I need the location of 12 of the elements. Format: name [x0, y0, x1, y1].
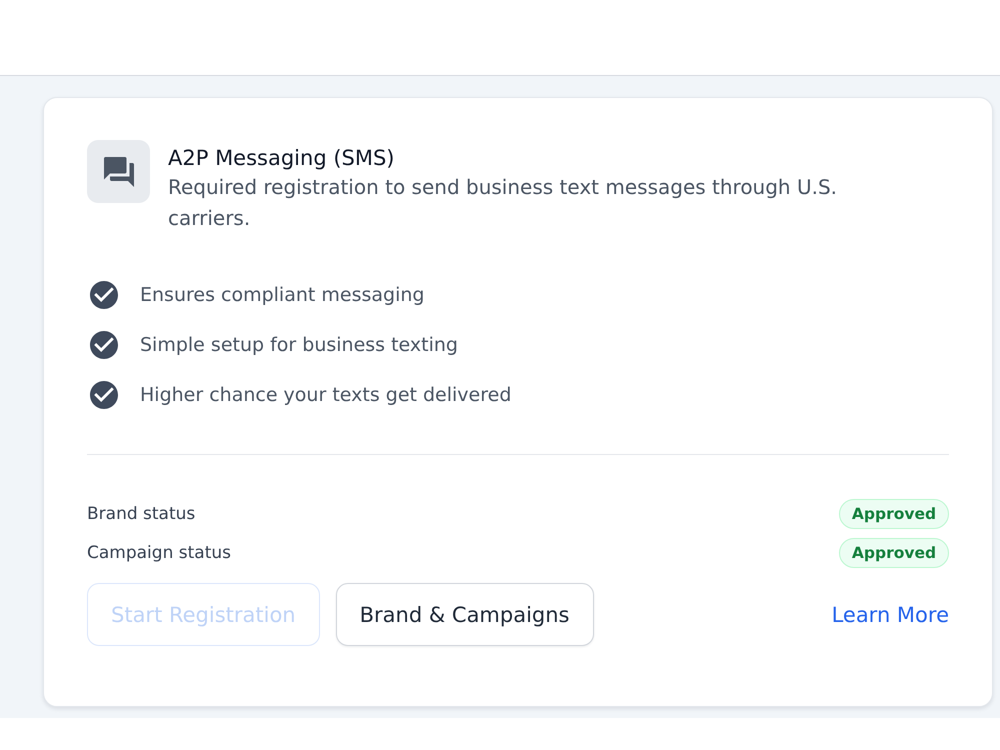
learn-more-link[interactable]: Learn More	[832, 602, 949, 626]
card-title: A2P Messaging (SMS)	[168, 145, 396, 172]
status-label: Campaign status	[87, 542, 231, 562]
status-badge: Approved	[839, 538, 949, 568]
feature-text: Higher chance your texts get delivered	[140, 384, 512, 406]
chat-bubbles-icon	[87, 140, 150, 203]
action-button[interactable]: Brand & Campaigns	[336, 583, 594, 646]
card-description: Required registration to send business text messages through U.S. carriers.	[168, 174, 838, 232]
feature-text: Ensures compliant messaging	[140, 284, 424, 306]
status-badge: Approved	[839, 498, 949, 528]
status-label: Brand status	[87, 504, 196, 524]
feature-text: Simple setup for business texting	[140, 334, 458, 356]
